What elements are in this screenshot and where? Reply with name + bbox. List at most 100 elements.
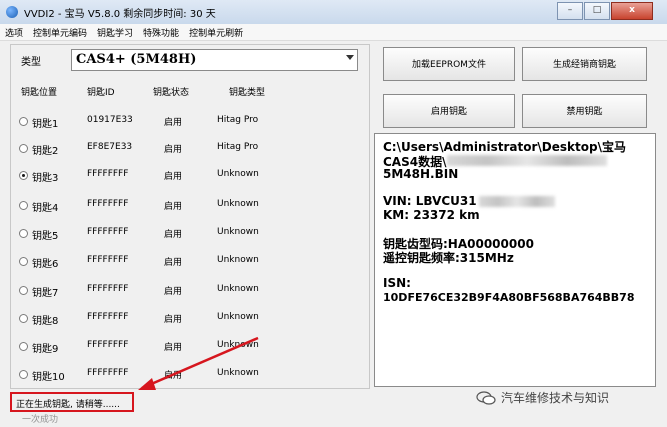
key-id: 01917E33 [87,115,133,125]
key-radio[interactable] [19,117,28,126]
key-id: EF8E7E33 [87,142,133,152]
key-name: 钥匙3 [32,173,59,184]
key-type: Unknown [217,284,259,294]
key-radio[interactable] [19,257,28,266]
key-row[interactable]: 钥匙1 01917E33 启用 Hitag Pro [11,112,369,132]
key-name: 钥匙5 [32,231,59,242]
maximize-button[interactable]: □ [584,2,610,20]
disable-key-button[interactable]: 禁用钥匙 [522,94,647,128]
menu-special-functions[interactable]: 特殊功能 [138,24,184,40]
header-key-type: 钥匙类型 [229,88,266,98]
key-status: 启用 [164,230,183,240]
header-key-position: 钥匙位置 [21,88,58,98]
redacted-blur [479,196,555,207]
type-select-value: CAS4+ (5M48H) [76,52,197,67]
key-name: 钥匙7 [32,288,59,299]
key-radio[interactable] [19,370,28,379]
load-eeprom-button[interactable]: 加载EEPROM文件 [383,47,515,81]
key-name: 钥匙4 [32,203,59,214]
key-status: 启用 [164,145,183,155]
app-logo-icon [6,6,18,18]
wechat-logo-icon [476,390,496,405]
type-label: 类型 [21,57,41,68]
watermark: 汽车维修技术与知识 [476,389,609,406]
vin-line: VIN: LBVCU31 [383,194,477,208]
key-radio[interactable] [19,229,28,238]
key-type: Unknown [217,312,259,322]
minimize-button[interactable]: – [557,2,583,20]
key-type: Unknown [217,169,259,179]
menu-ecu-flash[interactable]: 控制单元刷新 [184,24,248,40]
status-highlight-box [10,392,134,412]
isn-label: ISN: [383,276,411,290]
key-radio[interactable] [19,144,28,153]
window-title: VVDI2 - 宝马 V5.8.0 剩余同步时间: 30 天 [24,9,216,20]
km-line: KM: 23372 km [383,208,480,222]
title-bar: VVDI2 - 宝马 V5.8.0 剩余同步时间: 30 天 – □ x [0,0,667,25]
key-row[interactable]: 钥匙5 FFFFFFFF 启用 Unknown [11,224,369,244]
key-row[interactable]: 钥匙9 FFFFFFFF 启用 Unknown [11,337,369,357]
menu-key-learning[interactable]: 钥匙学习 [92,24,138,40]
key-row[interactable]: 钥匙6 FFFFFFFF 启用 Unknown [11,252,369,272]
key-type: Unknown [217,255,259,265]
key-status: 启用 [164,118,183,128]
key-radio-selected[interactable] [19,171,28,180]
key-radio[interactable] [19,286,28,295]
chevron-down-icon[interactable] [346,55,354,60]
key-type: Unknown [217,340,259,350]
enable-key-button[interactable]: 启用钥匙 [383,94,515,128]
key-status: 启用 [164,172,183,182]
key-name: 钥匙8 [32,316,59,327]
key-row[interactable]: 钥匙2 EF8E7E33 启用 Hitag Pro [11,139,369,159]
file-path-line-3: 5M48H.BIN [383,167,459,181]
key-row[interactable]: 钥匙8 FFFFFFFF 启用 Unknown [11,309,369,329]
info-textbox[interactable]: C:\Users\Administrator\Desktop\宝马 CAS4数据… [374,133,656,387]
key-name: 钥匙1 [32,119,59,130]
key-type: Unknown [217,368,259,378]
header-key-id: 钥匙ID [87,88,115,98]
key-id: FFFFFFFF [87,169,129,179]
key-id: FFFFFFFF [87,368,129,378]
menu-options[interactable]: 选项 [0,24,28,40]
generate-dealer-key-button[interactable]: 生成经销商钥匙 [522,47,647,81]
window-controls: – □ x [556,2,653,20]
key-status: 启用 [164,371,183,381]
key-name: 钥匙2 [32,146,59,157]
key-id: FFFFFFFF [87,255,129,265]
app-window: VVDI2 - 宝马 V5.8.0 剩余同步时间: 30 天 – □ x 选项 … [0,0,667,427]
key-type: Hitag Pro [217,115,259,125]
key-name: 钥匙6 [32,259,59,270]
key-id: FFFFFFFF [87,227,129,237]
close-button[interactable]: x [611,2,653,20]
type-select[interactable]: CAS4+ (5M48H) [71,49,358,71]
key-type: Hitag Pro [217,142,259,152]
key-id: FFFFFFFF [87,284,129,294]
key-row[interactable]: 钥匙10 FFFFFFFF 启用 Unknown [11,365,369,385]
header-key-status: 钥匙状态 [153,88,190,98]
isn-value: 10DFE76CE32B9F4A80BF568BA764BB78 [383,291,635,304]
key-id: FFFFFFFF [87,199,129,209]
footer-text: 一次成功 [22,415,59,425]
watermark-text: 汽车维修技术与知识 [501,391,610,405]
key-status: 启用 [164,287,183,297]
menu-bar: 选项 控制单元编码 钥匙学习 特殊功能 控制单元刷新 [0,24,667,41]
key-row[interactable]: 钥匙7 FFFFFFFF 启用 Unknown [11,281,369,301]
key-status: 启用 [164,258,183,268]
key-id: FFFFFFFF [87,312,129,322]
key-name: 钥匙10 [32,372,65,383]
redacted-blur [447,155,607,166]
key-radio[interactable] [19,314,28,323]
key-status: 启用 [164,315,183,325]
menu-ecu-coding[interactable]: 控制单元编码 [28,24,92,40]
key-id: FFFFFFFF [87,340,129,350]
key-radio[interactable] [19,201,28,210]
key-type: Unknown [217,227,259,237]
key-row[interactable]: 钥匙3 FFFFFFFF 启用 Unknown [11,166,369,186]
remote-frequency-line: 遥控钥匙频率:315MHz [383,251,514,265]
key-radio[interactable] [19,342,28,351]
key-type: Unknown [217,199,259,209]
key-row[interactable]: 钥匙4 FFFFFFFF 启用 Unknown [11,196,369,216]
key-status: 启用 [164,202,183,212]
key-list-panel: 类型 CAS4+ (5M48H) 钥匙位置 钥匙ID 钥匙状态 钥匙类型 钥匙1… [10,44,370,389]
key-status: 启用 [164,343,183,353]
